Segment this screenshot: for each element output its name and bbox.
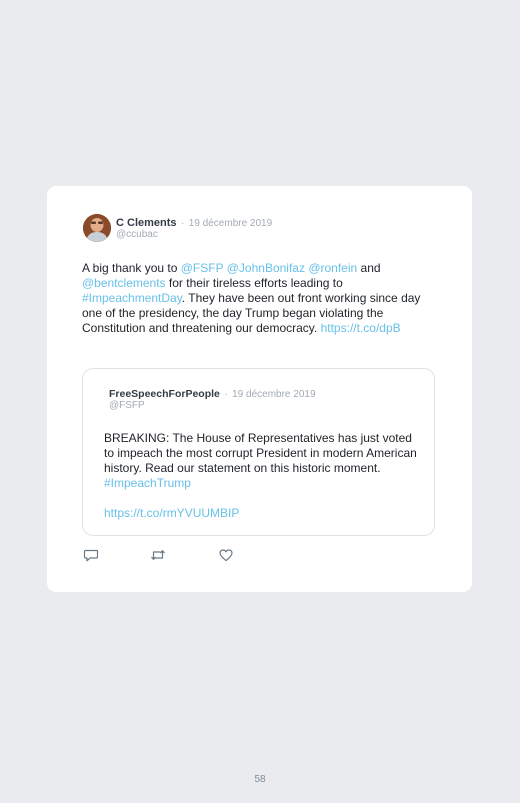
- retweet-button[interactable]: [150, 547, 166, 563]
- quoted-text-segment: BREAKING: The House of Representatives h…: [104, 431, 417, 475]
- tweet-text-segment: and: [357, 261, 381, 275]
- mention-link[interactable]: @bentclements: [82, 276, 166, 290]
- tweet-text-segment: A big thank you to: [82, 261, 181, 275]
- mention-link[interactable]: @JohnBonifaz: [227, 261, 305, 275]
- page-number: 58: [254, 774, 266, 785]
- hashtag-link[interactable]: #ImpeachTrump: [104, 476, 191, 490]
- quoted-tweet-header: FreeSpeechForPeople · 19 décembre 2019: [109, 386, 316, 401]
- retweet-icon: [151, 550, 165, 560]
- hashtag-link[interactable]: #ImpeachmentDay: [82, 291, 182, 305]
- author-handle[interactable]: @ccubac: [116, 229, 158, 241]
- avatar[interactable]: [83, 214, 111, 242]
- tweet-date[interactable]: 19 décembre 2019: [189, 218, 272, 229]
- like-button[interactable]: [218, 547, 234, 563]
- tweet-url-link[interactable]: https://t.co/dpB: [321, 321, 401, 335]
- quoted-author-name[interactable]: FreeSpeechForPeople: [109, 388, 220, 400]
- like-icon: [219, 549, 233, 562]
- quoted-author-handle[interactable]: @FSFP: [109, 400, 145, 412]
- quoted-url-link[interactable]: https://t.co/rmYVUUMBIP: [104, 506, 239, 521]
- mention-link[interactable]: @ronfein: [308, 261, 357, 275]
- quoted-tweet-text: BREAKING: The House of Representatives h…: [104, 431, 419, 491]
- tweet-text: A big thank you to @FSFP @JohnBonifaz @r…: [82, 261, 442, 336]
- reply-icon: [83, 549, 99, 562]
- page: C Clements · 19 décembre 2019 @ccubac A …: [0, 0, 520, 803]
- quoted-header-separator: ·: [224, 389, 228, 400]
- header-separator: ·: [180, 218, 185, 229]
- author-name[interactable]: C Clements: [116, 217, 177, 229]
- avatar-image: [83, 214, 111, 242]
- quoted-tweet[interactable]: FreeSpeechForPeople · 19 décembre 2019 @…: [82, 368, 435, 536]
- quoted-tweet-date[interactable]: 19 décembre 2019: [232, 389, 315, 400]
- tweet-card: C Clements · 19 décembre 2019 @ccubac A …: [47, 186, 472, 592]
- mention-link[interactable]: @FSFP: [181, 261, 224, 275]
- tweet-text-segment: for their tireless efforts leading to: [165, 276, 343, 290]
- reply-button[interactable]: [83, 547, 99, 563]
